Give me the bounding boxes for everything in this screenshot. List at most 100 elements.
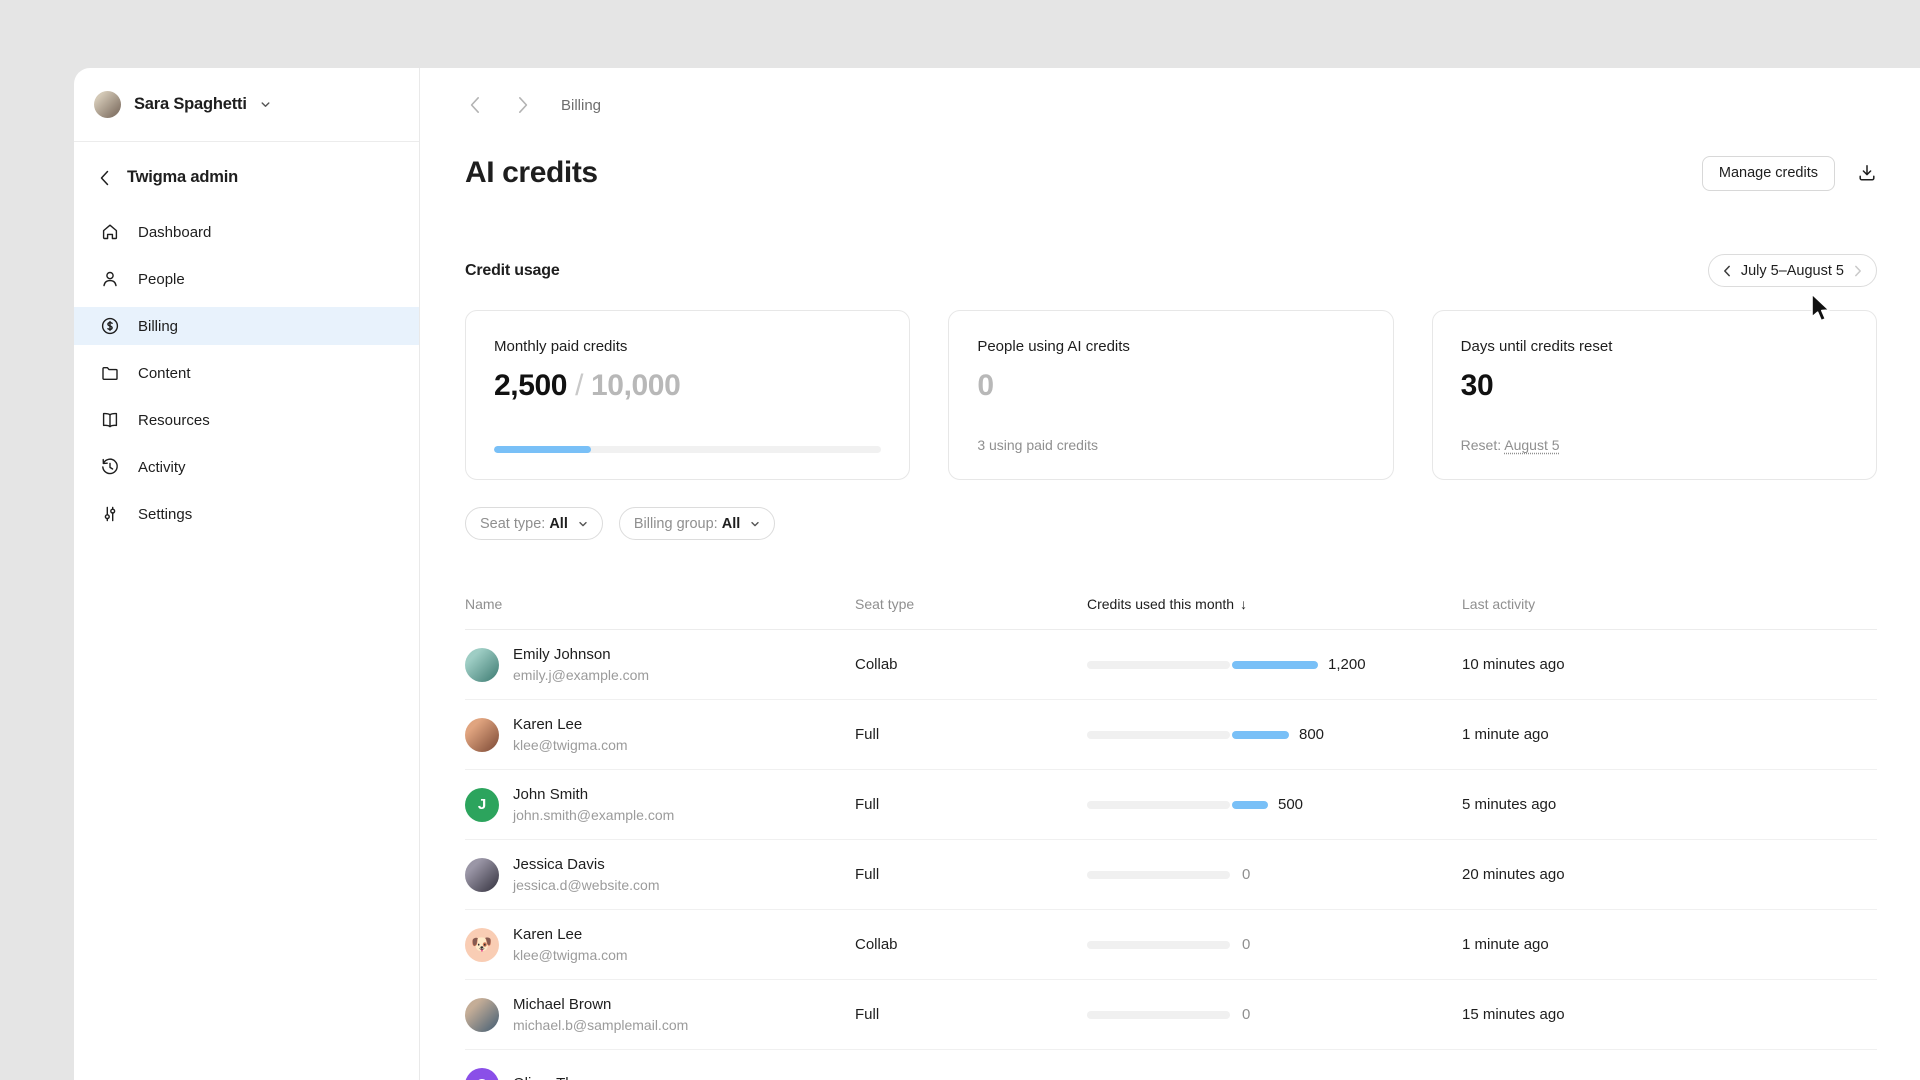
card-monthly-paid-credits: Monthly paid credits 2,500 / 10,000: [465, 310, 910, 480]
sidebar-item-label: Resources: [138, 412, 210, 429]
sidebar-item-content[interactable]: Content: [74, 354, 419, 392]
sidebar-item-label: Activity: [138, 459, 186, 476]
seat-type-value: Collab: [855, 936, 1087, 953]
member-email: john.smith@example.com: [513, 806, 674, 824]
member-email: klee@twigma.com: [513, 946, 628, 964]
last-activity-value: 20 minutes ago: [1462, 866, 1877, 883]
back-button[interactable]: [465, 95, 485, 115]
table-row[interactable]: J John Smith john.smith@example.com Full…: [465, 770, 1877, 840]
chevron-down-icon: [260, 99, 271, 110]
sidebar-item-settings[interactable]: Settings: [74, 495, 419, 533]
sidebar-item-label: Dashboard: [138, 224, 211, 241]
table-row[interactable]: Michael Brown michael.b@samplemail.com F…: [465, 980, 1877, 1050]
home-icon: [100, 222, 120, 242]
seat-type-value: Full: [855, 866, 1087, 883]
chevron-down-icon: [750, 519, 760, 529]
member-avatar: J: [465, 788, 499, 822]
table-row[interactable]: Jessica Davis jessica.d@website.com Full…: [465, 840, 1877, 910]
column-header-credits-used[interactable]: Credits used this month↓: [1087, 596, 1462, 612]
column-header-last-activity[interactable]: Last activity: [1462, 596, 1877, 612]
sidebar-item-label: Content: [138, 365, 191, 382]
table-body: Emily Johnson emily.j@example.com Collab…: [465, 630, 1877, 1080]
sidebar: Sara Spaghetti Twigma admin Dashboard Peo…: [74, 68, 420, 1080]
sidebar-item-resources[interactable]: Resources: [74, 401, 419, 439]
workspace-back[interactable]: Twigma admin: [74, 142, 419, 208]
member-email: klee@twigma.com: [513, 736, 628, 754]
sidebar-item-dashboard[interactable]: Dashboard: [74, 213, 419, 251]
table-row[interactable]: Karen Lee klee@twigma.com Full 800 1 min…: [465, 700, 1877, 770]
last-activity-value: 1 minute ago: [1462, 936, 1877, 953]
credits-bar-track: [1087, 941, 1230, 949]
sort-desc-icon: ↓: [1240, 596, 1247, 612]
sidebar-item-activity[interactable]: Activity: [74, 448, 419, 486]
table-row[interactable]: Emily Johnson emily.j@example.com Collab…: [465, 630, 1877, 700]
member-name: John Smith: [513, 785, 674, 804]
last-activity-value: 10 minutes ago: [1462, 656, 1877, 673]
column-header-name[interactable]: Name: [465, 596, 855, 612]
sidebar-nav: Dashboard People Billing Content Resources Ac…: [74, 213, 419, 533]
seat-type-value: Full: [855, 726, 1087, 743]
credits-separator: /: [575, 369, 583, 403]
manage-credits-button[interactable]: Manage credits: [1702, 156, 1835, 191]
credits-progress-track: [494, 446, 881, 453]
credits-total-value: 10,000: [591, 369, 680, 403]
credits-used-value: 0: [1242, 936, 1250, 953]
sidebar-item-people[interactable]: People: [74, 260, 419, 298]
main-content: Billing AI credits Manage credits Credit…: [420, 68, 1920, 1080]
member-email: emily.j@example.com: [513, 666, 649, 684]
card-days-until-reset: Days until credits reset 30 Reset: Augus…: [1432, 310, 1877, 480]
seat-type-value: Collab: [855, 656, 1087, 673]
chevron-right-icon[interactable]: [1854, 265, 1862, 277]
date-range-selector[interactable]: July 5–August 5: [1708, 254, 1877, 287]
credits-used-cell: 0: [1087, 866, 1462, 883]
member-avatar: [465, 718, 499, 752]
credits-progress-fill: [494, 446, 591, 453]
seat-type-filter[interactable]: Seat type: All: [465, 507, 603, 540]
chevron-left-icon[interactable]: [1723, 265, 1731, 277]
people-icon: [100, 269, 120, 289]
breadcrumb-current[interactable]: Billing: [561, 97, 601, 114]
sidebar-item-label: Settings: [138, 506, 192, 523]
credits-used-cell: 0: [1087, 936, 1462, 953]
member-avatar: O: [465, 1068, 499, 1080]
credits-bar-paid: [1232, 801, 1268, 809]
card-title: Monthly paid credits: [494, 338, 881, 355]
account-menu[interactable]: Sara Spaghetti: [74, 68, 419, 141]
credits-bar-track: [1087, 731, 1230, 739]
last-activity-value: 15 minutes ago: [1462, 1006, 1877, 1023]
table-row[interactable]: 🐶 Karen Lee klee@twigma.com Collab 0 1 m…: [465, 910, 1877, 980]
reset-label: Reset:: [1461, 437, 1505, 453]
credits-bar-track: [1087, 661, 1230, 669]
member-avatar: [465, 648, 499, 682]
table-row[interactable]: O Oliver Thompson: [465, 1050, 1877, 1080]
table-header-row: Name Seat type Credits used this month↓ …: [465, 578, 1877, 630]
credits-bar-track: [1087, 801, 1230, 809]
member-name: Oliver Thompson: [513, 1074, 627, 1080]
member-avatar: 🐶: [465, 928, 499, 962]
credits-bar-paid: [1232, 731, 1289, 739]
filter-label: Seat type:: [480, 516, 545, 532]
chevron-down-icon: [578, 519, 588, 529]
date-range-label: July 5–August 5: [1741, 263, 1844, 279]
credits-bar-track: [1087, 871, 1230, 879]
days-until-reset-value: 30: [1461, 369, 1494, 403]
credits-used-value: 800: [1299, 726, 1324, 743]
filter-value: All: [722, 516, 741, 532]
credits-bar-paid: [1232, 661, 1318, 669]
card-subtext: 3 using paid credits: [977, 437, 1364, 453]
billing-group-filter[interactable]: Billing group: All: [619, 507, 775, 540]
sidebar-item-label: People: [138, 271, 185, 288]
card-title: Days until credits reset: [1461, 338, 1848, 355]
member-name: Karen Lee: [513, 925, 628, 944]
download-icon[interactable]: [1857, 163, 1877, 183]
filter-value: All: [549, 516, 568, 532]
reset-date-link[interactable]: August 5: [1504, 437, 1559, 453]
credits-used-cell: 0: [1087, 1006, 1462, 1023]
credits-table: Name Seat type Credits used this month↓ …: [465, 540, 1877, 1080]
sidebar-item-billing[interactable]: Billing: [74, 307, 419, 345]
credits-used-value: 0: [1242, 866, 1250, 883]
book-icon: [100, 410, 120, 430]
forward-button[interactable]: [513, 95, 533, 115]
column-header-seat-type[interactable]: Seat type: [855, 596, 1087, 612]
credits-used-cell: 800: [1087, 726, 1462, 743]
